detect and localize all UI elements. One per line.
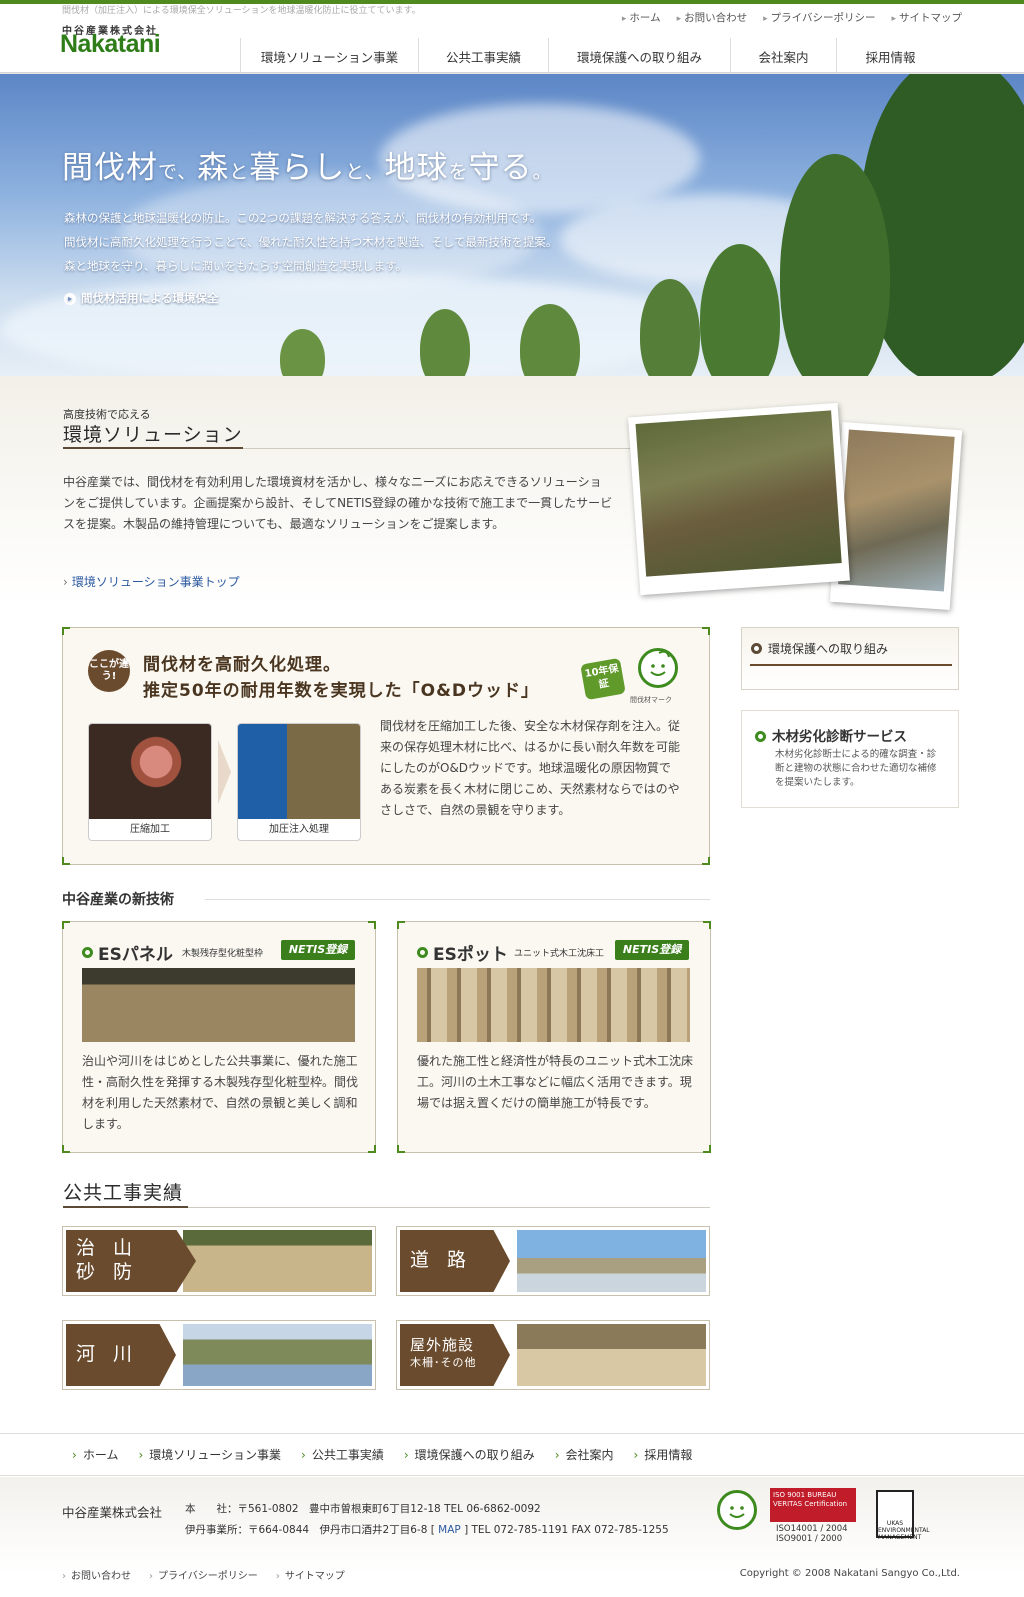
bureau-veritas-logo: ISO 9001 BUREAU VERITAS Certification (770, 1488, 856, 1522)
divider-accent (63, 1206, 188, 1208)
es-panel-photo (82, 968, 355, 1042)
hero-text-line: 間伐材に高耐久化処理を行うことで、優れた耐久性を持つ木材を製造、そして最新技術を… (64, 235, 558, 249)
hero-tree (640, 279, 700, 376)
footer-nav-environment[interactable]: 環境保護への取り組み (404, 1446, 535, 1463)
hero-text-line: 森と地球を守り、暮らしに潤いをもたらす空間創造を実現します。 (64, 259, 408, 273)
sidebar-diagnosis-link[interactable]: 木材劣化診断サービス (755, 725, 907, 745)
solutions-body: 中谷産業では、間伐材を有効利用した環境資材を活かし、様々なニーズにお応えできるソ… (63, 475, 613, 531)
iso-cert-text: ISO14001 / 2004 ISO9001 / 2000 (776, 1524, 848, 1544)
global-nav-company[interactable]: 会社案内 (730, 38, 836, 74)
footer-nav: ホーム 環境ソリューション事業 公共工事実績 環境保護への取り組み 会社案内 採… (72, 1446, 693, 1463)
map-link[interactable]: MAP (435, 1524, 464, 1536)
od-headline-2: 推定50年の耐用年数を実現した「O&Dウッド」 (143, 681, 540, 701)
od-photo-compression: 圧縮加工 (88, 723, 212, 841)
guarantee-badge: 10年保証 (580, 657, 626, 701)
util-nav-privacy[interactable]: プライバシーポリシー (763, 10, 876, 25)
solutions-title: 環境ソリューション (63, 424, 243, 446)
es-pot-title[interactable]: ESポット (417, 940, 508, 965)
od-photo-caption: 加圧注入処理 (269, 824, 329, 835)
tile-label: 道 路 (400, 1230, 510, 1292)
footer-bottom-nav: お問い合わせ プライバシーポリシー サイトマップ (62, 1567, 345, 1582)
divider (205, 899, 710, 900)
netis-badge: NETIS登録 (281, 940, 355, 960)
util-nav-contact[interactable]: お問い合わせ (677, 10, 747, 25)
solutions-top-link[interactable]: 環境ソリューション事業トップ (63, 573, 240, 590)
od-headline-1: 間伐材を高耐久化処理。 (143, 655, 341, 675)
copyright: Copyright © 2008 Nakatani Sangyo Co.,Ltd… (739, 1568, 960, 1579)
footer-link-sitemap[interactable]: サイトマップ (276, 1567, 345, 1582)
sidebar-env-box[interactable] (741, 627, 959, 690)
tile-label: 治 山砂 防 (66, 1230, 196, 1292)
sidebar-env-link[interactable]: 環境保護への取り組み (751, 640, 888, 657)
ukas-logo: UKAS ENVIRONMENTAL MANAGEMENT (876, 1490, 930, 1541)
es-pot-subtitle: ユニット式木工沈床工 (514, 949, 605, 959)
utility-nav: ホーム お問い合わせ プライバシーポリシー サイトマップ (622, 10, 962, 25)
footer-address-itami: 伊丹事業所：〒664-0844 伊丹市口酒井2丁目6-8 [ MAP ] TEL… (185, 1524, 669, 1536)
od-wood-text: 間伐材を圧縮加工した後、安全な木材保存剤を注入。従来の保存処理木材に比べ、はるか… (380, 719, 681, 817)
es-panel-title[interactable]: ESパネル (82, 940, 173, 965)
hero-text-line: 森林の保護と地球温暖化の防止。この2つの課題を解決する答えが、間伐材の有効利用で… (64, 211, 542, 225)
global-nav-public-works[interactable]: 公共工事実績 (418, 38, 548, 74)
divider-accent (63, 447, 243, 449)
footer-address-hq: 本 社：〒561-0802 豊中市曽根東町6丁目12-18 TEL 06-686… (185, 1503, 541, 1515)
solutions-photo-river (829, 422, 963, 610)
process-arrow-icon (218, 740, 231, 804)
od-photo-caption: 圧縮加工 (130, 824, 170, 835)
public-works-title: 公共工事実績 (63, 1182, 184, 1204)
es-panel-subtitle: 木製残存型化粧型枠 (182, 949, 264, 959)
netis-badge: NETIS登録 (615, 940, 689, 960)
solutions-photo-forest (628, 402, 850, 596)
public-works-tile-outdoor[interactable]: 屋外施設 木柵･その他 (396, 1320, 710, 1390)
tile-label: 河 川 (66, 1324, 176, 1386)
footer-link-privacy[interactable]: プライバシーポリシー (149, 1567, 258, 1582)
footer-company-name: 中谷産業株式会社 (62, 1505, 163, 1520)
od-photo-injection: 加圧注入処理 (237, 723, 361, 841)
public-works-tile-river[interactable]: 河 川 (62, 1320, 376, 1390)
global-nav: 環境ソリューション事業 公共工事実績 環境保護への取り組み 会社案内 採用情報 (240, 38, 944, 74)
thinned-wood-mark-icon (638, 648, 678, 688)
global-nav-solutions[interactable]: 環境ソリューション事業 (240, 38, 418, 74)
tile-label: 屋外施設 木柵･その他 (400, 1324, 510, 1386)
footer-nav-recruit[interactable]: 採用情報 (634, 1446, 692, 1463)
hero-banner: 間伐材で、森と暮らしと、地球を守る。 森林の保護と地球温暖化の防止。この2つの課… (0, 74, 1024, 376)
footer-nav-home[interactable]: ホーム (72, 1446, 119, 1463)
hero-link[interactable]: 間伐材活用による環境保全 (64, 290, 219, 306)
thinned-wood-mark-icon (717, 1490, 757, 1530)
footer-nav-public-works[interactable]: 公共工事実績 (301, 1446, 384, 1463)
footer-nav-solutions[interactable]: 環境ソリューション事業 (138, 1446, 281, 1463)
logo[interactable]: Nakatani (60, 30, 161, 59)
util-nav-sitemap[interactable]: サイトマップ (891, 10, 962, 25)
public-works-tile-road[interactable]: 道 路 (396, 1226, 710, 1296)
sidebar-diagnosis-text: 木材劣化診断士による的確な調査・診断と建物の状態に合わせた適切な補修を提案いたし… (775, 749, 937, 788)
global-nav-recruit[interactable]: 採用情報 (836, 38, 944, 74)
footer-link-contact[interactable]: お問い合わせ (62, 1567, 131, 1582)
site-tagline: 間伐材（加圧注入）による環境保全ソリューションを地球温暖化防止に役立てています。 (62, 6, 421, 16)
util-nav-home[interactable]: ホーム (622, 10, 660, 25)
new-tech-heading: 中谷産業の新技術 (62, 892, 174, 908)
divider (750, 664, 952, 666)
footer-nav-company[interactable]: 会社案内 (555, 1446, 614, 1463)
hero-title: 間伐材で、森と暮らしと、地球を守る。 (62, 150, 553, 186)
global-nav-environment[interactable]: 環境保護への取り組み (548, 38, 730, 74)
public-works-tile-erosion[interactable]: 治 山砂 防 (62, 1226, 376, 1296)
es-pot-text: 優れた施工性と経済性が特長のユニット式木工沈床工。河川の土木工事などに幅広く活用… (417, 1054, 694, 1110)
es-panel-text: 治山や河川をはじめとした公共事業に、優れた施工性・高耐久性を発揮する木製残存型化… (82, 1054, 359, 1131)
es-pot-photo (417, 968, 690, 1042)
mark-label: 間伐材マーク (630, 696, 672, 704)
od-badge: ここが違う! (88, 650, 130, 692)
